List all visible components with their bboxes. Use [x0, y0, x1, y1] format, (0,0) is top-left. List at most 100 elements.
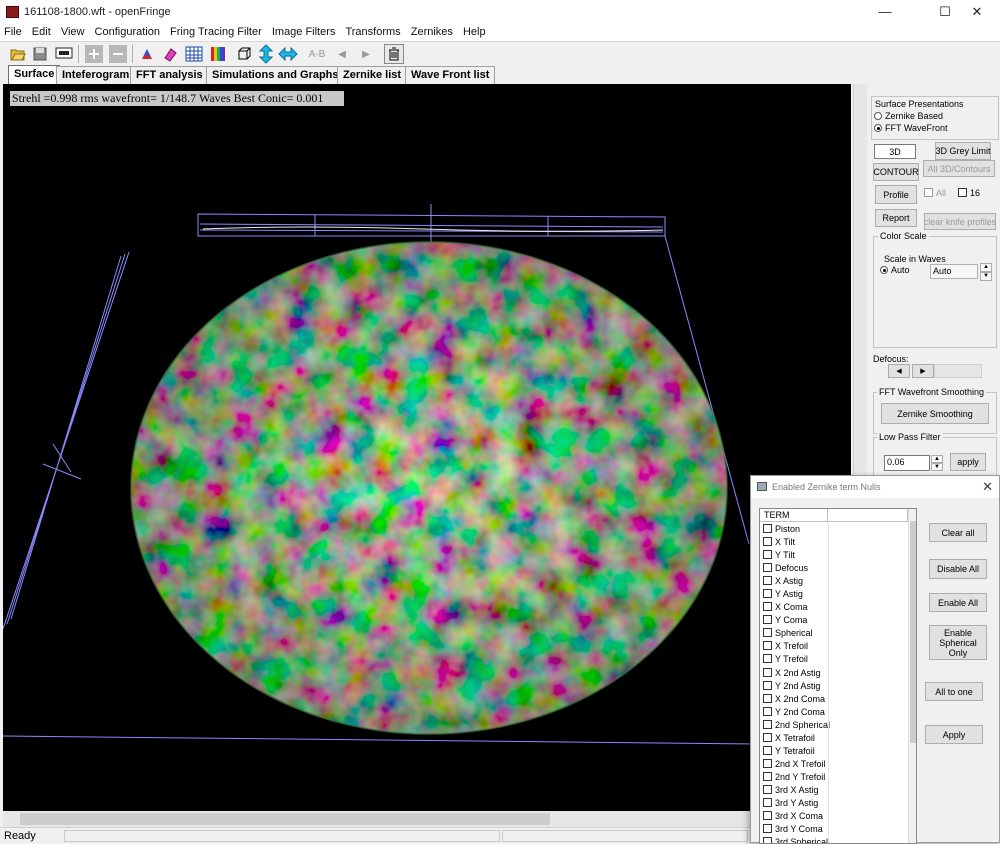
checkbox-icon[interactable] — [763, 628, 772, 638]
checkbox-icon[interactable] — [763, 719, 772, 729]
list-item[interactable]: X Tilt — [760, 536, 908, 550]
report-button[interactable]: Report — [875, 209, 917, 227]
contour-button[interactable]: CONTOUR — [873, 163, 919, 181]
surface-3d-viewport[interactable]: Strehl =0.998 rms wavefront= 1/148.7 Wav… — [3, 84, 851, 811]
apply-button[interactable]: Apply — [925, 725, 983, 744]
checkbox-icon[interactable] — [763, 524, 772, 533]
list-item[interactable]: 3rd Y Astig — [760, 796, 908, 811]
list-item[interactable]: Spherical — [760, 627, 908, 641]
list-item[interactable]: 3rd X Astig — [760, 783, 908, 797]
color-bars-icon[interactable] — [208, 44, 228, 64]
menu-edit[interactable]: Edit — [28, 24, 54, 38]
minimize-button[interactable]: — — [862, 0, 908, 24]
tab-simulations-and-graphs[interactable]: Simulations and Graphs — [206, 66, 345, 84]
list-item[interactable]: Y Coma — [760, 614, 908, 628]
list-item[interactable]: X Astig — [760, 575, 908, 589]
second-column-header[interactable] — [828, 509, 908, 522]
eraser-icon[interactable] — [160, 44, 180, 64]
enable-all-button[interactable]: Enable All — [929, 593, 987, 612]
spin-down-icon[interactable]: ▼ — [931, 463, 943, 471]
checkbox-icon[interactable] — [763, 706, 772, 716]
zernike-based-radio[interactable]: Zernike Based — [874, 111, 943, 121]
clear-all-button[interactable]: Clear all — [929, 523, 987, 542]
checkbox-icon[interactable] — [763, 745, 772, 755]
list-item[interactable]: Y Astig — [760, 588, 908, 602]
list-item[interactable]: X 2nd Coma — [760, 692, 908, 706]
list-item[interactable]: X 2nd Astig — [760, 666, 908, 680]
menu-file[interactable]: File — [0, 24, 25, 38]
checkbox-icon[interactable] — [763, 771, 772, 781]
clear-knife-profiles-button[interactable]: clear knife profiles — [924, 213, 996, 230]
list-item[interactable]: Piston — [760, 523, 908, 537]
checkbox-icon[interactable] — [763, 550, 772, 560]
list-item[interactable]: X Trefoil — [760, 640, 908, 654]
zoom-out-icon[interactable] — [108, 44, 128, 64]
save-icon[interactable] — [30, 44, 50, 64]
low-pass-apply-button[interactable]: apply — [950, 453, 986, 471]
list-item[interactable]: 3rd X Coma — [760, 810, 908, 824]
next-arrow-icon[interactable]: ▶ — [356, 44, 376, 64]
checkbox-icon[interactable] — [763, 654, 772, 664]
tab-surface[interactable]: Surface — [8, 65, 61, 84]
zernike-term-list[interactable]: TERM Piston X Tilt Y Tilt Defocus X Astig Y A… — [759, 508, 917, 844]
checkbox-icon[interactable] — [763, 589, 772, 599]
checkbox-icon[interactable] — [763, 680, 772, 690]
paint-icon[interactable] — [137, 44, 157, 64]
rotate-3d-icon[interactable] — [234, 44, 254, 64]
profile-button[interactable]: Profile — [875, 185, 917, 204]
list-scrollbar[interactable] — [908, 509, 916, 843]
trash-icon[interactable] — [384, 44, 404, 64]
low-pass-value-field[interactable]: 0.06 — [884, 455, 930, 471]
list-item[interactable]: Y Tilt — [760, 549, 908, 563]
viewport-horizontal-scrollbar[interactable] — [3, 811, 851, 827]
list-scrollbar-thumb[interactable] — [910, 521, 916, 743]
3d-button[interactable]: 3D — [874, 144, 916, 159]
checkbox-icon[interactable] — [763, 537, 772, 547]
tab-fft-analysis[interactable]: FFT analysis — [130, 66, 209, 84]
list-item[interactable]: 2nd Y Trefoil — [760, 770, 908, 784]
close-button[interactable]: ✕ — [954, 0, 1000, 24]
dialog-close-icon[interactable]: ✕ — [982, 479, 993, 495]
checkbox-icon[interactable] — [763, 641, 772, 651]
list-item[interactable]: 2nd Spherical — [760, 718, 908, 732]
checkbox-icon[interactable] — [763, 602, 772, 612]
menu-zernikes[interactable]: Zernikes — [407, 24, 456, 38]
defocus-right-arrow-icon[interactable]: ▶ — [912, 364, 934, 378]
fft-wavefront-radio[interactable]: FFT WaveFront — [874, 123, 948, 133]
checkbox-icon[interactable] — [763, 797, 772, 807]
a-b-button[interactable]: A-B — [306, 44, 328, 64]
spin-up-icon[interactable]: ▲ — [980, 263, 992, 272]
enable-spherical-only-button[interactable]: Enable Spherical Only — [929, 625, 987, 660]
checkbox-icon[interactable] — [763, 576, 772, 586]
checkbox-icon[interactable] — [763, 615, 772, 625]
list-item[interactable]: X Tetrafoil — [760, 731, 908, 745]
list-item[interactable]: Defocus — [760, 562, 908, 576]
16-checkbox[interactable]: 16 — [958, 188, 980, 198]
all-checkbox[interactable]: All — [924, 188, 946, 198]
list-item[interactable]: Y Tetrafoil — [760, 744, 908, 758]
checkbox-icon[interactable] — [763, 784, 772, 794]
list-item[interactable]: Y 2nd Astig — [760, 679, 908, 693]
spin-up-icon[interactable]: ▲ — [931, 455, 943, 463]
spin-down-icon[interactable]: ▼ — [980, 272, 992, 281]
checkbox-icon[interactable] — [763, 563, 772, 573]
flip-horizontal-icon[interactable] — [278, 44, 298, 64]
open-folder-icon[interactable] — [8, 44, 28, 64]
scale-value-field[interactable]: Auto — [930, 264, 978, 279]
3d-grey-limit-button[interactable]: 3D Grey Limit — [935, 142, 991, 160]
checkbox-icon[interactable] — [763, 811, 772, 821]
menu-configuration[interactable]: Configuration — [91, 24, 163, 38]
checkbox-icon[interactable] — [763, 732, 772, 742]
checkbox-icon[interactable] — [763, 667, 772, 677]
checkbox-icon[interactable] — [763, 824, 772, 834]
menu-transforms[interactable]: Transforms — [341, 24, 403, 38]
list-item[interactable]: Y 2nd Coma — [760, 705, 908, 719]
flip-vertical-icon[interactable] — [256, 44, 276, 64]
all-3d-contours-button[interactable]: All 3D/Contours — [923, 160, 995, 177]
auto-radio[interactable]: Auto — [880, 265, 910, 275]
list-item[interactable]: 3rd Y Coma — [760, 823, 908, 837]
tab-zernike-list[interactable]: Zernike list — [337, 66, 408, 84]
scrollbar-thumb[interactable] — [20, 813, 550, 825]
checkbox-icon[interactable] — [763, 693, 772, 703]
tab-inteferogram[interactable]: Inteferogram — [56, 66, 136, 84]
